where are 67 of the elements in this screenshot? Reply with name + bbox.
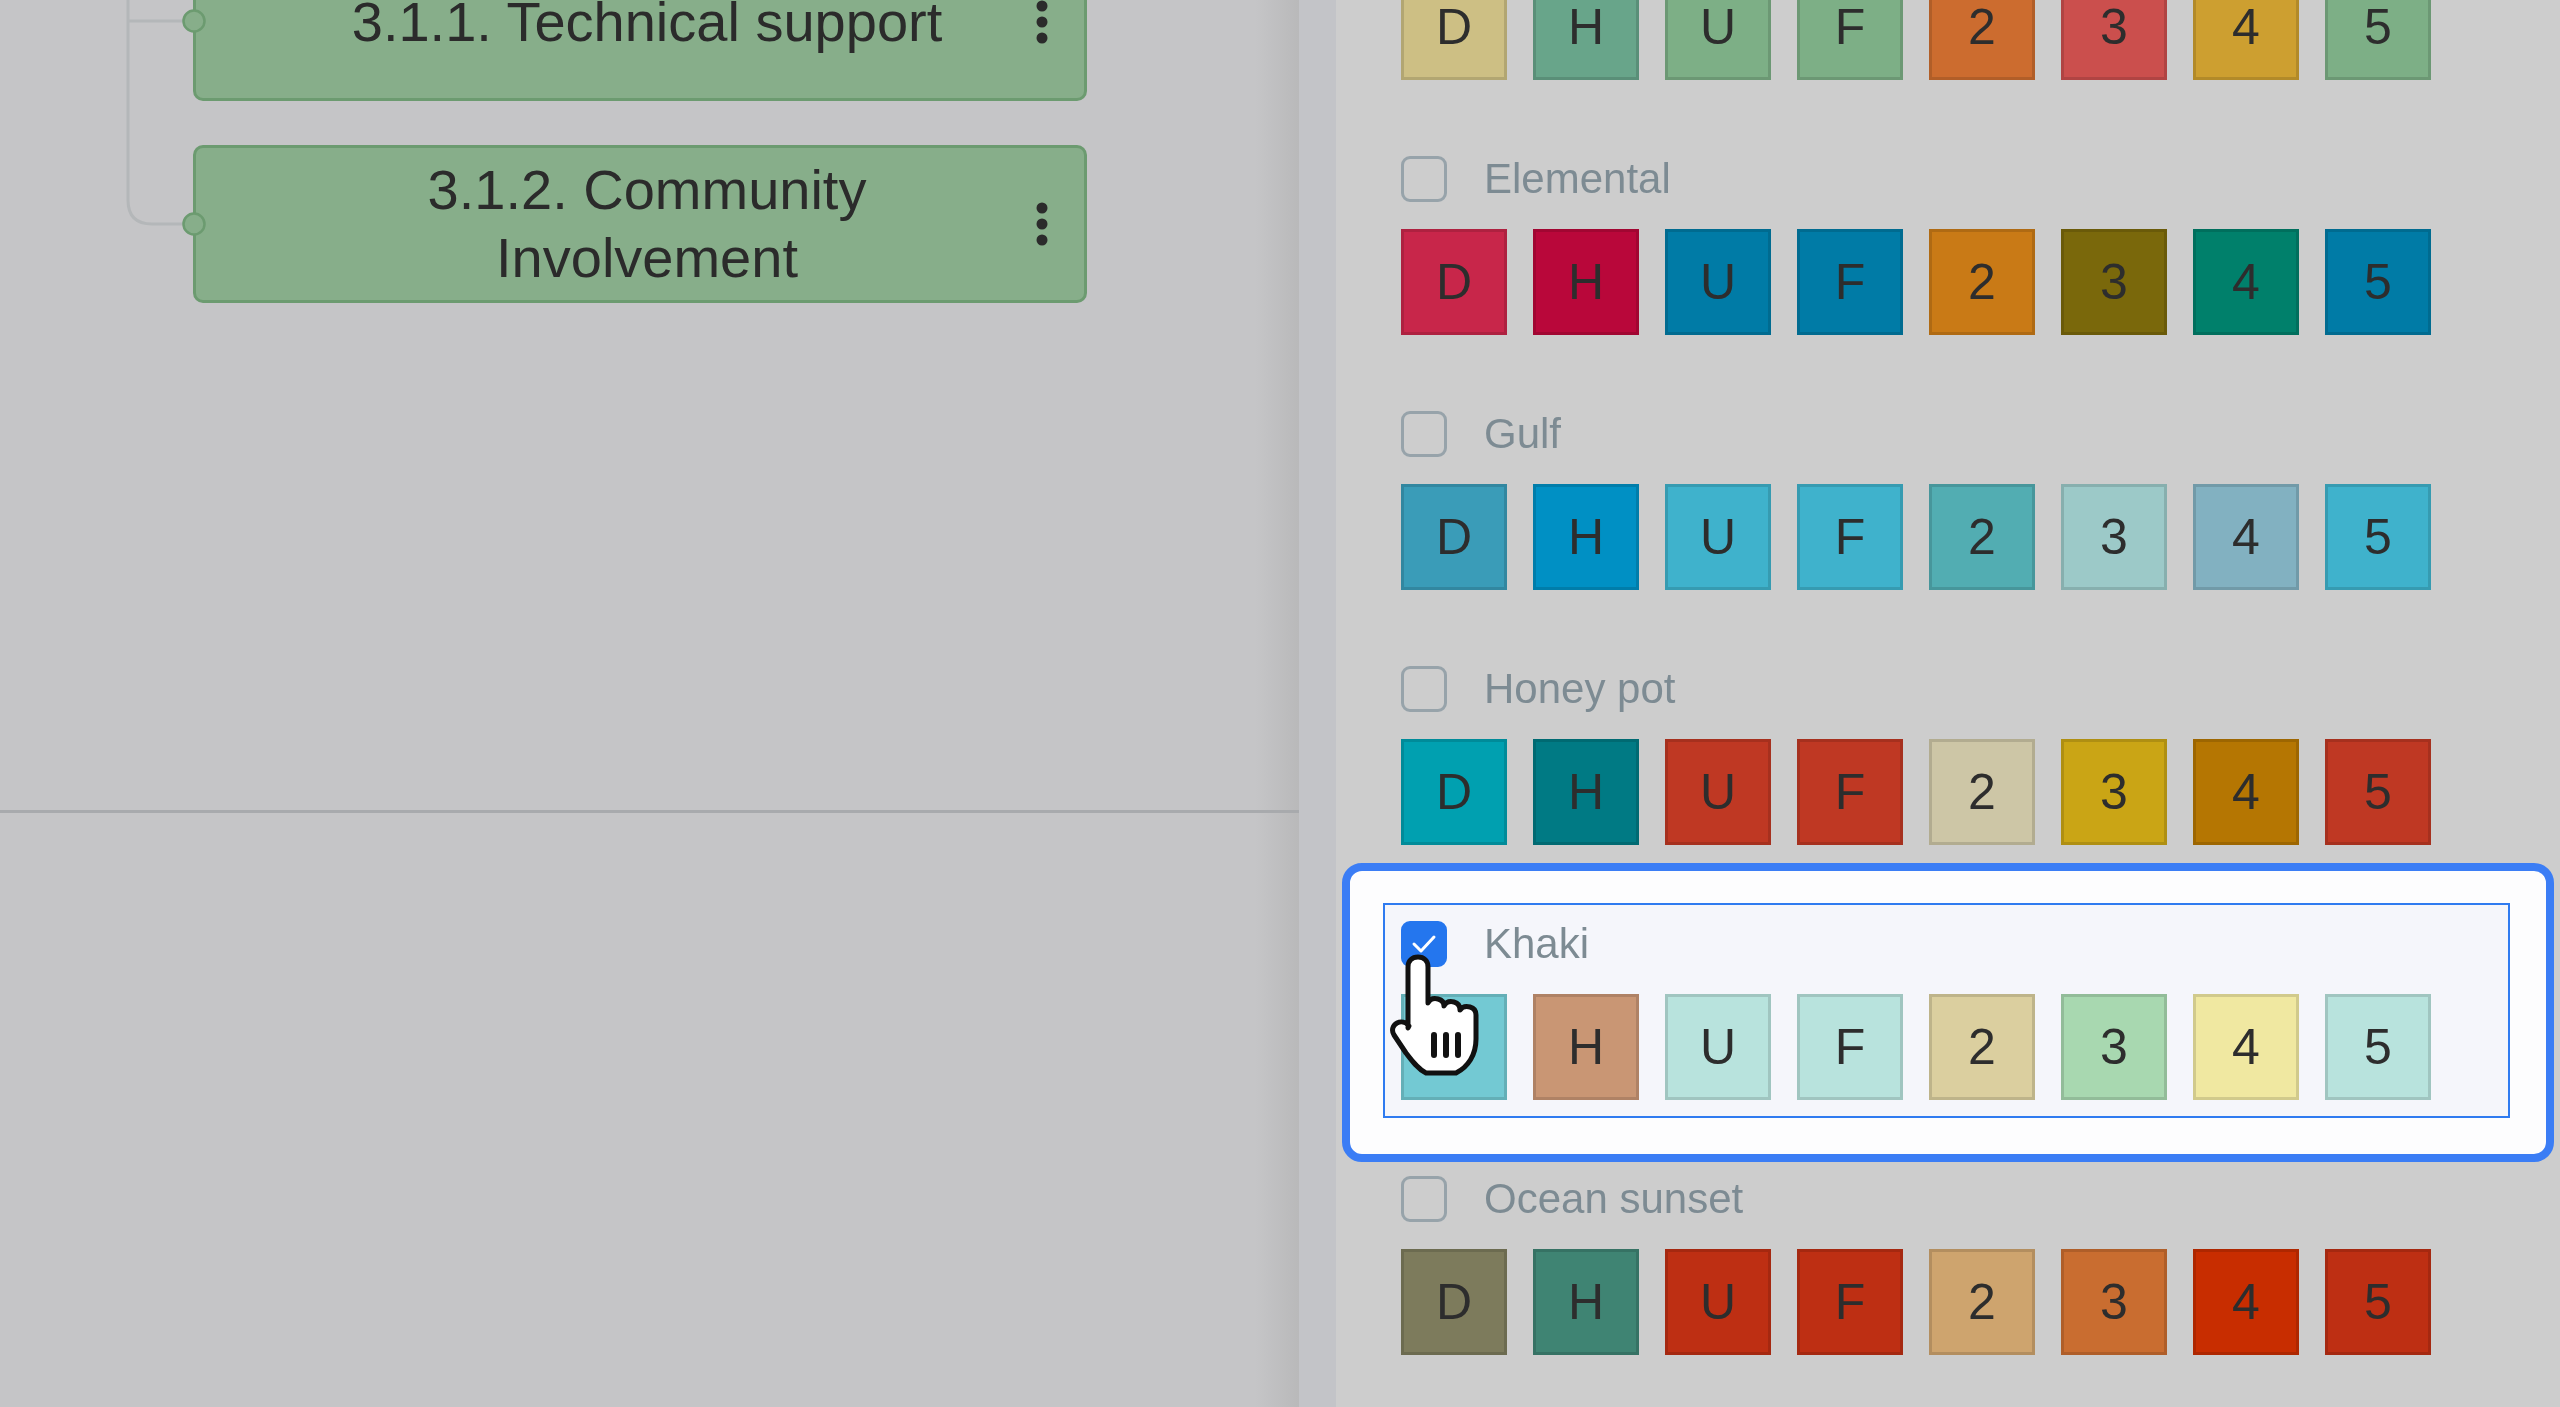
color-swatch: 3: [2061, 994, 2167, 1100]
color-swatch: H: [1533, 994, 1639, 1100]
color-swatch: F: [1797, 229, 1903, 335]
color-swatch: 4: [2193, 739, 2299, 845]
checkbox[interactable]: [1401, 156, 1447, 202]
node-label: 3.1.1. Technical support: [350, 0, 944, 55]
color-swatch: D: [1401, 484, 1507, 590]
color-swatch: 4: [2193, 484, 2299, 590]
color-swatch: 2: [1929, 0, 2035, 80]
palette-option[interactable]: Khaki H U F 2 3 4 5: [1383, 903, 2510, 1118]
color-swatch: H: [1533, 0, 1639, 80]
color-swatch: 5: [2325, 1249, 2431, 1355]
color-swatch: 3: [2061, 739, 2167, 845]
color-swatch: H: [1533, 739, 1639, 845]
color-swatch: 3: [2061, 229, 2167, 335]
color-swatch: 3: [2061, 484, 2167, 590]
color-swatch: F: [1797, 739, 1903, 845]
color-swatch: 5: [2325, 994, 2431, 1100]
color-swatch: H: [1533, 484, 1639, 590]
color-swatch: U: [1665, 484, 1771, 590]
connector-dot-icon[interactable]: [182, 9, 206, 33]
mind-map-node[interactable]: 3.1.2. Community Involvement: [193, 145, 1087, 303]
color-swatch: 4: [2193, 0, 2299, 80]
color-swatch: H: [1533, 229, 1639, 335]
color-swatch: 5: [2325, 739, 2431, 845]
checkbox[interactable]: [1401, 666, 1447, 712]
more-options-icon[interactable]: [1036, 0, 1048, 44]
color-swatch: F: [1797, 994, 1903, 1100]
panel-splitter[interactable]: [1299, 0, 1336, 1407]
palette-name: Elemental: [1484, 155, 1671, 203]
color-swatch: 3: [2061, 1249, 2167, 1355]
color-swatch: 4: [2193, 229, 2299, 335]
color-swatch: 5: [2325, 0, 2431, 80]
color-swatch: 2: [1929, 484, 2035, 590]
color-swatch: 2: [1929, 739, 2035, 845]
palette-name: Khaki: [1484, 920, 1590, 968]
mind-map-node[interactable]: 3.1.1. Technical support: [193, 0, 1087, 101]
color-swatch: D: [1401, 0, 1507, 80]
color-swatch: D: [1401, 229, 1507, 335]
color-swatch: H: [1533, 1249, 1639, 1355]
color-swatch: 4: [2193, 1249, 2299, 1355]
color-swatch: 3: [2061, 0, 2167, 80]
color-swatch: U: [1665, 0, 1771, 80]
color-swatch: 2: [1929, 994, 2035, 1100]
color-swatch: U: [1665, 739, 1771, 845]
node-label: 3.1.2. Community Involvement: [426, 157, 868, 291]
color-swatch: D: [1401, 1249, 1507, 1355]
connector-dot-icon[interactable]: [182, 212, 206, 236]
color-swatch: 5: [2325, 484, 2431, 590]
color-swatch: U: [1665, 1249, 1771, 1355]
color-swatch: F: [1797, 484, 1903, 590]
color-swatch: U: [1665, 229, 1771, 335]
color-swatch: D: [1401, 739, 1507, 845]
color-swatch: F: [1797, 1249, 1903, 1355]
color-swatch: 5: [2325, 229, 2431, 335]
color-swatch: 2: [1929, 229, 2035, 335]
palette-name: Honey pot: [1484, 665, 1676, 713]
color-swatch: 2: [1929, 1249, 2035, 1355]
palette-name: Ocean sunset: [1484, 1175, 1744, 1223]
checkbox[interactable]: [1401, 1176, 1447, 1222]
more-options-icon[interactable]: [1036, 202, 1048, 246]
palette-name: Gulf: [1484, 410, 1562, 458]
checkbox[interactable]: [1401, 411, 1447, 457]
color-swatch: F: [1797, 0, 1903, 80]
checkmark-icon: [1411, 934, 1437, 954]
color-swatch: 4: [2193, 994, 2299, 1100]
color-swatch: U: [1665, 994, 1771, 1100]
